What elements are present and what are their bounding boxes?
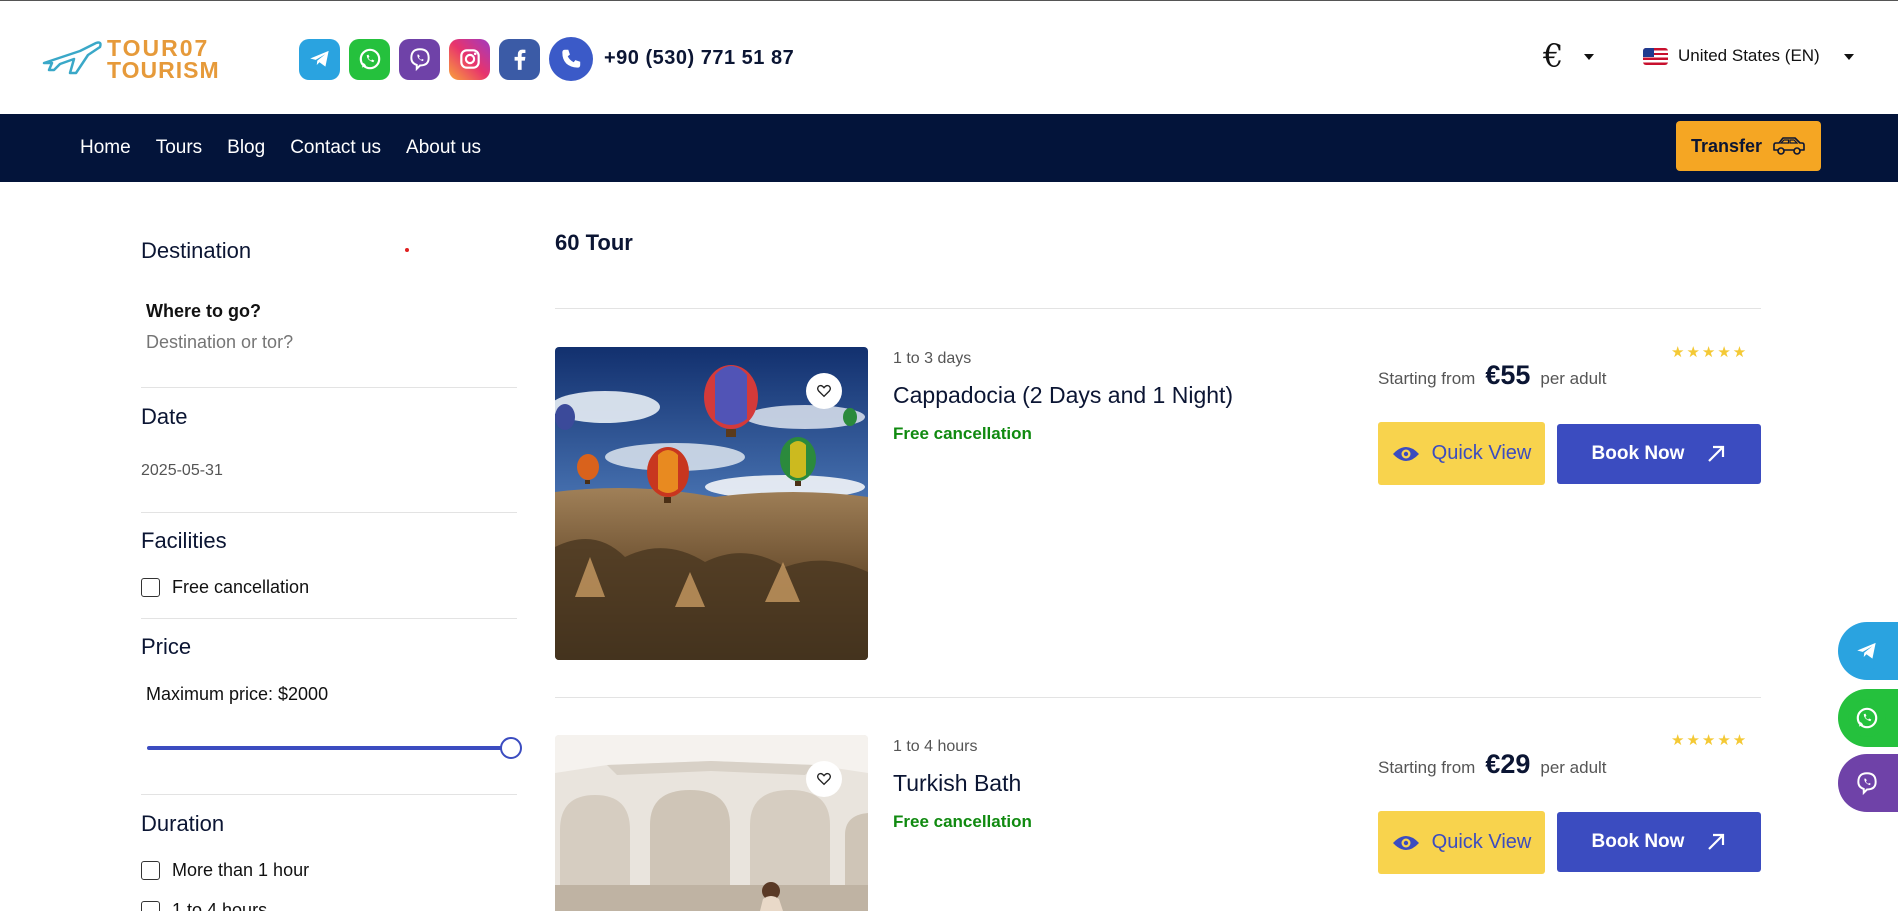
required-dot	[405, 248, 409, 252]
quick-view-label: Quick View	[1431, 831, 1532, 853]
duration-filter-more-than-1-hour[interactable]: More than 1 hour	[141, 860, 309, 881]
arrow-up-right-icon	[1708, 833, 1725, 850]
transfer-button[interactable]: Transfer	[1676, 121, 1821, 171]
logo-text-bottom: TOURISM	[107, 57, 220, 83]
price-title: Price	[141, 634, 192, 659]
phone-number[interactable]: +90 (530) 771 51 87	[604, 47, 794, 70]
tour-duration: 1 to 4 hours	[893, 738, 978, 755]
us-flag-icon	[1643, 47, 1668, 65]
quick-view-label: Quick View	[1431, 442, 1532, 464]
social-links	[299, 37, 593, 81]
per-adult-label: per adult	[1540, 369, 1607, 388]
nav-blog[interactable]: Blog	[227, 137, 265, 159]
floating-viber-button[interactable]	[1838, 754, 1898, 812]
quick-view-button[interactable]: Quick View	[1378, 811, 1545, 874]
language-label: United States (EN)	[1678, 46, 1820, 65]
arrow-up-right-icon	[1708, 445, 1725, 462]
divider	[555, 697, 1761, 698]
tour-title[interactable]: Cappadocia (2 Days and 1 Night)	[893, 382, 1233, 409]
instagram-icon[interactable]	[449, 38, 490, 80]
book-now-button[interactable]: Book Now	[1557, 812, 1761, 872]
duration-filter-1-to-4-hours[interactable]: 1 to 4 hours	[141, 900, 267, 911]
free-cancellation-filter[interactable]: Free cancellation	[141, 577, 309, 598]
facilities-title: Facilities	[141, 528, 227, 553]
checkbox[interactable]	[141, 861, 160, 880]
price-slider-handle[interactable]	[500, 737, 522, 759]
telegram-icon[interactable]	[299, 38, 340, 80]
starting-from-label: Starting from	[1378, 758, 1476, 777]
destination-input[interactable]	[146, 328, 506, 356]
star-rating: ★★★★★	[1671, 344, 1749, 361]
tour-image[interactable]	[555, 347, 868, 660]
eye-icon	[1392, 835, 1419, 850]
floating-whatsapp-button[interactable]	[1838, 689, 1898, 747]
whatsapp-icon[interactable]	[349, 38, 390, 80]
book-now-button[interactable]: Book Now	[1557, 424, 1761, 484]
viber-icon[interactable]	[399, 38, 440, 80]
starting-from-label: Starting from	[1378, 369, 1476, 388]
book-now-label: Book Now	[1591, 443, 1685, 464]
star-rating: ★★★★★	[1671, 732, 1749, 749]
main-nav: Home Tours Blog Contact us About us Tran…	[0, 114, 1898, 182]
divider	[141, 512, 517, 513]
phone-icon[interactable]	[549, 37, 593, 81]
tour-image[interactable]	[555, 735, 868, 911]
viber-icon	[1848, 764, 1886, 802]
top-header: TOUR07 TOURISM +90 (530) 771 51 87 € Uni…	[0, 0, 1898, 114]
checkbox[interactable]	[141, 578, 160, 597]
facebook-icon[interactable]	[499, 38, 540, 80]
telegram-icon	[1848, 632, 1886, 670]
book-now-label: Book Now	[1591, 831, 1685, 852]
site-logo[interactable]: TOUR07 TOURISM	[40, 35, 219, 83]
per-adult-label: per adult	[1540, 758, 1607, 777]
wishlist-heart-icon[interactable]	[806, 373, 842, 409]
airplane-logo-icon	[42, 41, 102, 75]
free-cancellation-badge: Free cancellation	[893, 812, 1032, 831]
divider	[141, 387, 517, 388]
chevron-down-icon[interactable]	[1584, 54, 1594, 60]
divider	[141, 618, 517, 619]
duration-title: Duration	[141, 811, 225, 836]
where-to-go-label: Where to go?	[146, 301, 261, 321]
tour-duration: 1 to 3 days	[893, 350, 972, 367]
nav-about[interactable]: About us	[406, 137, 481, 159]
checkbox-label: 1 to 4 hours	[172, 900, 268, 911]
nav-home[interactable]: Home	[80, 137, 131, 159]
currency-selector[interactable]: €	[1543, 37, 1563, 75]
price-slider-track[interactable]	[147, 746, 512, 750]
price-value: €55	[1485, 360, 1531, 390]
max-price-label: Maximum price: $2000	[146, 684, 329, 704]
car-icon	[1773, 137, 1805, 155]
transfer-label: Transfer	[1690, 135, 1763, 156]
divider	[141, 794, 517, 795]
quick-view-button[interactable]: Quick View	[1378, 422, 1545, 485]
checkbox[interactable]	[141, 901, 160, 911]
results-count: 60 Tour	[555, 230, 633, 255]
date-value[interactable]: 2025-05-31	[141, 462, 223, 480]
destination-title: Destination	[141, 238, 252, 263]
floating-telegram-button[interactable]	[1838, 622, 1898, 680]
price-value: €29	[1485, 749, 1531, 779]
language-selector[interactable]: United States (EN)	[1643, 46, 1820, 66]
nav-tours[interactable]: Tours	[156, 137, 202, 159]
divider	[555, 308, 1761, 309]
whatsapp-icon	[1848, 699, 1886, 737]
checkbox-label: More than 1 hour	[172, 860, 310, 880]
nav-contact[interactable]: Contact us	[290, 137, 381, 159]
date-title: Date	[141, 404, 188, 429]
eye-icon	[1392, 446, 1419, 461]
checkbox-label: Free cancellation	[172, 577, 310, 597]
price-block: Starting from €55 per adult	[1378, 360, 1607, 391]
chevron-down-icon[interactable]	[1844, 54, 1854, 60]
free-cancellation-badge: Free cancellation	[893, 424, 1032, 443]
price-block: Starting from €29 per adult	[1378, 749, 1607, 780]
wishlist-heart-icon[interactable]	[806, 761, 842, 797]
tour-title[interactable]: Turkish Bath	[893, 770, 1021, 797]
